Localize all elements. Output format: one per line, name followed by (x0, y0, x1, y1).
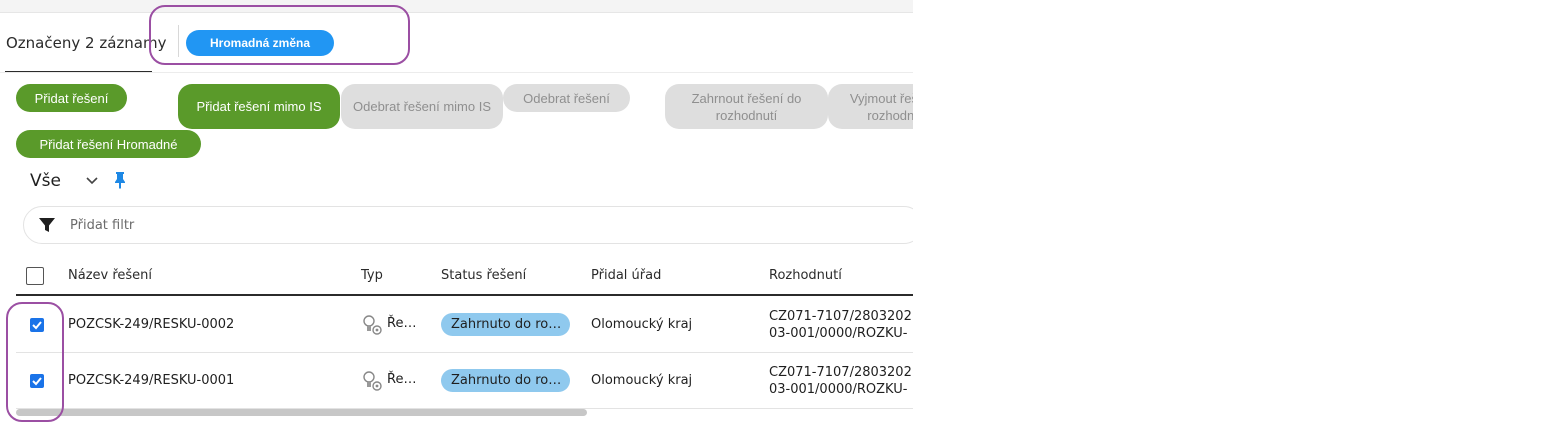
office-name: Olomoucký kraj (591, 373, 693, 388)
selection-bar-border (0, 72, 913, 73)
status-badge: Zahrnuto do ro… (441, 369, 570, 392)
decision-line-1: CZ071-7107/2803202 (769, 365, 912, 380)
add-solution-outside-is-button[interactable]: Přidat řešení mimo IS (178, 84, 340, 129)
add-solution-bulk-button[interactable]: Přidat řešení Hromadné (16, 130, 201, 158)
highlight-selected-checkboxes (6, 302, 64, 422)
solution-type-icon (363, 315, 382, 335)
column-header-decision[interactable]: Rozhodnutí (769, 268, 842, 283)
filter-bar[interactable]: Přidat filtr (23, 206, 913, 244)
column-header-type[interactable]: Typ (361, 268, 383, 283)
horizontal-scrollbar[interactable] (16, 409, 587, 416)
action-toolbar: Přidat řešení Přidat řešení mimo IS Odeb… (0, 84, 913, 158)
top-strip (0, 0, 913, 13)
table-row[interactable]: POZCSK-249/RESKU-0001 Ře… Zahrnuto do ro… (16, 353, 913, 409)
pin-icon[interactable] (112, 171, 128, 189)
table-header: Název řešení Typ Status řešení Přidal úř… (16, 256, 913, 296)
solution-type: Ře… (387, 372, 417, 387)
solution-type: Ře… (387, 316, 417, 331)
solutions-panel: Označeny 2 záznamy Hromadná změna Přidat… (0, 0, 913, 429)
decision-line-1: CZ071-7107/2803202 (769, 309, 912, 324)
highlight-bulk-change (149, 5, 410, 65)
decision-line-2: 03-001/0000/ROZKU- (769, 326, 908, 341)
solution-name[interactable]: POZCSK-249/RESKU-0002 (68, 317, 234, 332)
selection-bar: Označeny 2 záznamy Hromadná změna (0, 13, 913, 73)
column-header-status[interactable]: Status řešení (441, 268, 526, 283)
select-all-checkbox[interactable] (26, 267, 44, 285)
column-header-name[interactable]: Název řešení (68, 268, 152, 283)
filter-placeholder: Přidat filtr (70, 218, 135, 233)
solution-type-icon (363, 371, 382, 391)
selection-count-tab[interactable]: Označeny 2 záznamy (6, 34, 166, 52)
add-solution-button[interactable]: Přidat řešení (16, 84, 127, 112)
decision-line-2: 03-001/0000/ROZKU- (769, 382, 908, 397)
remove-solution-outside-is-button[interactable]: Odebrat řešení mimo IS (341, 84, 503, 129)
office-name: Olomoucký kraj (591, 317, 693, 332)
table-row[interactable]: POZCSK-249/RESKU-0002 Ře… Zahrnuto do ro… (16, 297, 913, 353)
column-header-office[interactable]: Přidal úřad (591, 268, 661, 283)
status-badge: Zahrnuto do ro… (441, 313, 570, 336)
exclude-from-decision-button[interactable]: Vyjmout řešení z rozhodnutí (828, 84, 913, 129)
filter-icon (39, 218, 55, 232)
solution-name[interactable]: POZCSK-249/RESKU-0001 (68, 373, 234, 388)
include-in-decision-button[interactable]: Zahrnout řešení do rozhodnutí (665, 84, 828, 129)
decision-reference[interactable]: CZ071-7107/2803202 03-001/0000/ROZKU- (769, 308, 912, 342)
view-selector[interactable]: Vše (30, 171, 61, 191)
chevron-down-icon[interactable] (84, 172, 100, 188)
remove-solution-button[interactable]: Odebrat řešení (503, 84, 630, 112)
decision-reference[interactable]: CZ071-7107/2803202 03-001/0000/ROZKU- (769, 364, 912, 398)
